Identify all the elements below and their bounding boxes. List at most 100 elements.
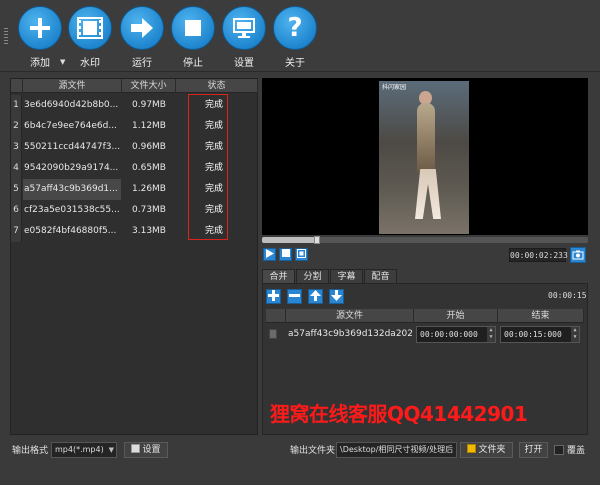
settings-button[interactable]: 设置 (219, 6, 269, 69)
overwrite-label: 覆盖 (567, 446, 586, 456)
file-size: 0.96MB (132, 142, 166, 152)
table-row[interactable]: 4 9542090b29a9174... 0.65MB 完成 (11, 158, 257, 179)
video-frame: 抖闪家园 (379, 81, 469, 234)
move-up-button[interactable] (308, 289, 323, 304)
table-row[interactable]: 7 e0582f4bf46880f5... 3.13MB 完成 (11, 221, 257, 242)
tab-subtitle[interactable]: 字幕 (330, 269, 363, 283)
file-size: 3.13MB (132, 226, 166, 236)
snapshot-button[interactable] (570, 247, 586, 263)
folder-button[interactable]: 文件夹 (460, 442, 513, 458)
segment-file-name: a57aff43c9b369d132da2028... (288, 329, 412, 339)
format-settings-label: 设置 (142, 445, 161, 455)
end-time-field[interactable]: 00:00:15:000 ▲ ▼ (500, 326, 580, 343)
start-time-value: 00:00:00:000 (420, 330, 478, 339)
header-start[interactable]: 开始 (414, 309, 498, 323)
row-number: 3 (11, 137, 22, 158)
file-table: 源文件 文件大小 状态 1 3e6d6940d42b8b0... 0.97MB … (10, 78, 258, 435)
file-status: 完成 (204, 163, 223, 173)
move-down-button[interactable] (329, 289, 344, 304)
row-number: 1 (11, 95, 22, 116)
output-format-value: mp4(*.mp4) (55, 445, 104, 454)
about-button[interactable]: ? 关于 (270, 6, 320, 69)
row-number: 2 (11, 116, 22, 137)
file-status: 完成 (204, 226, 223, 236)
settings-label: 设置 (234, 58, 254, 69)
file-size: 1.12MB (132, 121, 166, 131)
table-row[interactable]: 6 cf23a5e031538c55... 0.73MB 完成 (11, 200, 257, 221)
figure-legs (415, 169, 441, 219)
film-icon (68, 6, 112, 50)
file-name: cf23a5e031538c55... (24, 205, 120, 215)
row-number: 4 (11, 158, 22, 179)
file-status: 完成 (204, 142, 223, 152)
stop-button[interactable]: 停止 (168, 6, 218, 69)
play-button[interactable] (263, 248, 276, 261)
format-settings-button[interactable]: 设置 (124, 442, 168, 458)
arrow-up-icon (310, 289, 321, 304)
timecode-display: 00:00:02:233 (509, 248, 568, 262)
camera-icon (571, 250, 585, 265)
stop-label: 停止 (183, 58, 203, 69)
header-status[interactable]: 状态 (176, 79, 258, 93)
question-icon: ? (273, 6, 317, 50)
arrow-down-icon (331, 289, 342, 304)
table-row[interactable]: 1 3e6d6940d42b8b0... 0.97MB 完成 (11, 95, 257, 116)
tab-split[interactable]: 分割 (296, 269, 329, 283)
monitor-icon (222, 6, 266, 50)
stop-playback-button[interactable] (279, 248, 292, 261)
video-preview[interactable]: 抖闪家园 (262, 78, 588, 235)
playback-progress[interactable] (262, 236, 588, 244)
spin-arrows-icon[interactable]: ▲ ▼ (487, 327, 495, 342)
end-time-value: 00:00:15:000 (504, 330, 562, 339)
arrow-right-icon (120, 6, 164, 50)
output-folder-path[interactable]: \Desktop/相同尺寸视频/处理后 (336, 442, 457, 458)
tab-merge[interactable]: 合并 (262, 269, 295, 283)
folder-button-label: 文件夹 (478, 445, 506, 455)
header-source-file[interactable]: 源文件 (23, 79, 122, 93)
file-name: 9542090b29a9174... (24, 163, 119, 173)
header-file-size[interactable]: 文件大小 (122, 79, 176, 93)
add-segment-button[interactable] (266, 289, 281, 304)
segment-table-header: 源文件 开始 结束 (266, 309, 584, 323)
overwrite-checkbox[interactable] (554, 445, 564, 455)
header-corner (11, 79, 23, 93)
file-status: 完成 (204, 205, 223, 215)
header-end[interactable]: 结束 (498, 309, 584, 323)
file-name: 6b4c7e9ee764e6d... (24, 121, 117, 131)
table-row[interactable]: 3 550211ccd44747f3... 0.96MB 完成 (11, 137, 257, 158)
add-button[interactable]: 添加 (15, 6, 65, 69)
run-button[interactable]: 运行 (117, 6, 167, 69)
progress-fill (262, 237, 318, 243)
row-number: 6 (11, 200, 22, 221)
remove-segment-button[interactable] (287, 289, 302, 304)
table-row[interactable]: 5 a57aff43c9b369d1... 1.26MB 完成 (11, 179, 257, 200)
toolbar-grip[interactable] (4, 28, 8, 46)
chevron-down-icon: ▼ (108, 446, 114, 454)
stop-icon (171, 6, 215, 50)
play-icon (265, 248, 274, 261)
figure-body (417, 103, 435, 173)
watermark-button[interactable]: 水印 (65, 6, 115, 69)
progress-handle[interactable] (314, 236, 321, 244)
file-size: 1.26MB (132, 184, 166, 194)
file-size: 0.97MB (132, 100, 166, 110)
segment-row[interactable]: a57aff43c9b369d132da2028... 00:00:00:000… (266, 324, 584, 345)
spin-arrows-icon[interactable]: ▲ ▼ (571, 327, 579, 342)
header-corner (266, 309, 286, 323)
table-row[interactable]: 2 6b4c7e9ee764e6d... 1.12MB 完成 (11, 116, 257, 137)
file-name: a57aff43c9b369d1... (23, 179, 121, 200)
file-size: 0.65MB (132, 163, 166, 173)
output-format-select[interactable]: mp4(*.mp4) ▼ (51, 442, 117, 458)
about-label: 关于 (285, 58, 305, 69)
tab-dubbing[interactable]: 配音 (364, 269, 397, 283)
output-folder-label: 输出文件夹 (290, 446, 336, 456)
run-label: 运行 (132, 58, 152, 69)
fullscreen-button[interactable] (295, 248, 308, 261)
start-time-field[interactable]: 00:00:00:000 ▲ ▼ (416, 326, 496, 343)
row-number: 7 (11, 221, 22, 242)
open-button[interactable]: 打开 (519, 442, 548, 458)
header-source[interactable]: 源文件 (286, 309, 414, 323)
folder-icon (467, 444, 477, 453)
add-label: 添加 (30, 58, 50, 69)
watermark-label: 水印 (80, 58, 100, 69)
